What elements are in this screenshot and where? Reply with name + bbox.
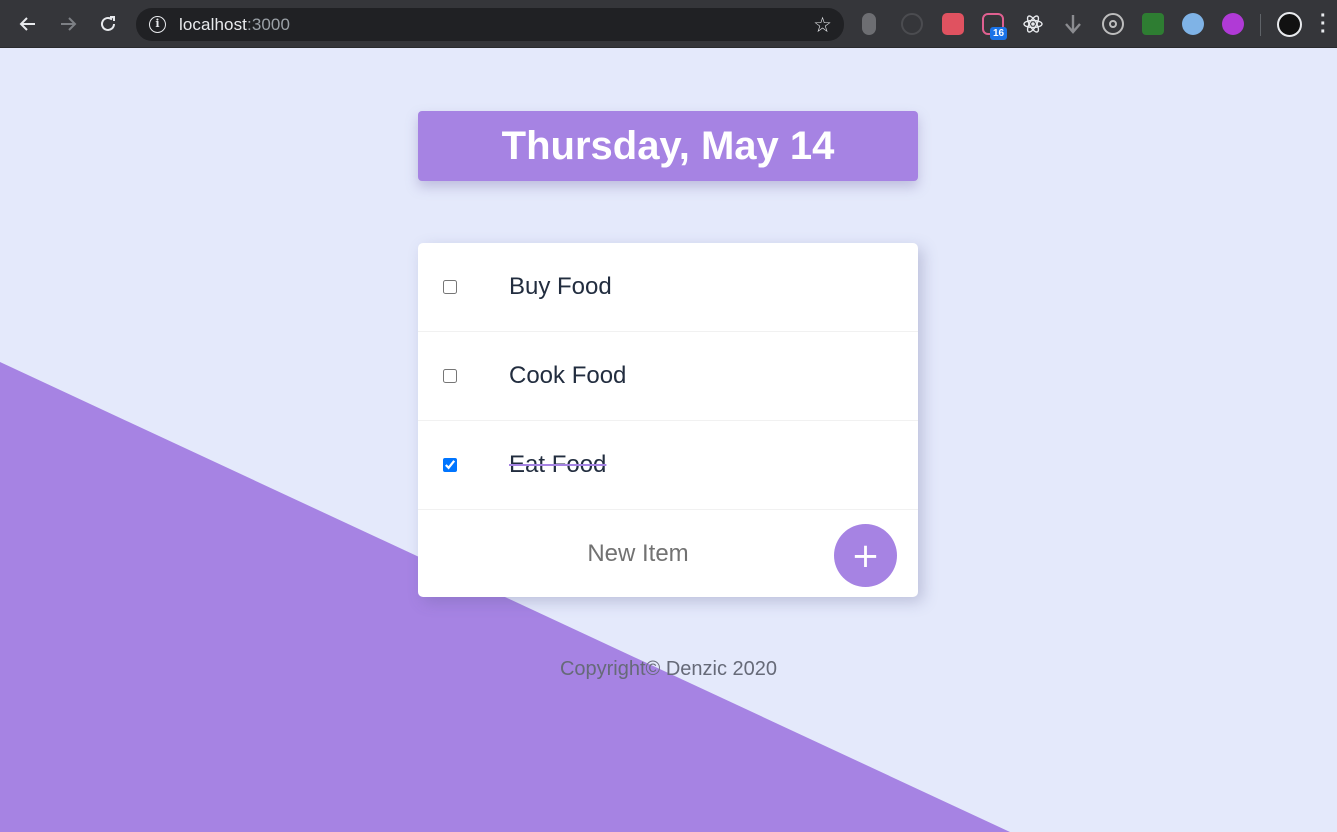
react-devtools-icon[interactable] (1022, 13, 1044, 35)
profile-avatar[interactable] (1277, 12, 1302, 37)
extension-icon[interactable] (862, 13, 876, 35)
back-arrow-icon[interactable] (14, 10, 42, 38)
todo-item: Eat Food (418, 421, 918, 510)
extension-icon[interactable] (901, 13, 923, 35)
new-item-input[interactable] (458, 532, 818, 576)
extension-icon[interactable] (1222, 13, 1244, 35)
menu-kebab-icon[interactable]: · · · (1320, 6, 1327, 42)
reload-icon[interactable] (94, 10, 122, 38)
site-info-icon[interactable]: i (149, 16, 166, 33)
url-text: localhost:3000 (179, 15, 291, 34)
date-heading-box: Thursday, May 14 (418, 111, 918, 181)
forward-arrow-icon[interactable] (54, 10, 82, 38)
todo-checkbox[interactable] (443, 458, 457, 472)
todo-checkbox[interactable] (443, 280, 457, 294)
bookmark-star-icon[interactable]: ☆ (813, 13, 832, 38)
todo-checkbox[interactable] (443, 369, 457, 383)
extension-badge: 16 (990, 27, 1008, 40)
download-arrow-icon[interactable] (1062, 13, 1084, 35)
page-viewport: Thursday, May 14 Buy Food Cook Food Eat … (0, 48, 1337, 832)
todo-item-label: Eat Food (509, 451, 607, 478)
date-heading: Thursday, May 14 (501, 123, 835, 168)
todo-item-label: Buy Food (509, 273, 612, 300)
extension-icon[interactable] (1182, 13, 1204, 35)
todo-item: Cook Food (418, 332, 918, 421)
todo-list-box: Buy Food Cook Food Eat Food + (418, 243, 918, 597)
toolbar-divider (1260, 14, 1261, 36)
target-extension-icon[interactable] (1102, 13, 1124, 35)
tree-extension-icon[interactable] (1142, 13, 1164, 35)
footer-copyright: Copyright© Denzic 2020 (559, 658, 778, 680)
extension-icon[interactable] (942, 13, 964, 35)
todo-item-label: Cook Food (509, 362, 627, 389)
add-item-button[interactable]: + (834, 524, 897, 587)
new-item-form: + (418, 510, 918, 598)
browser-toolbar: i localhost:3000 ☆ 16 · · · (0, 0, 1337, 48)
address-bar[interactable]: i localhost:3000 ☆ (136, 8, 844, 41)
todo-item: Buy Food (418, 243, 918, 332)
